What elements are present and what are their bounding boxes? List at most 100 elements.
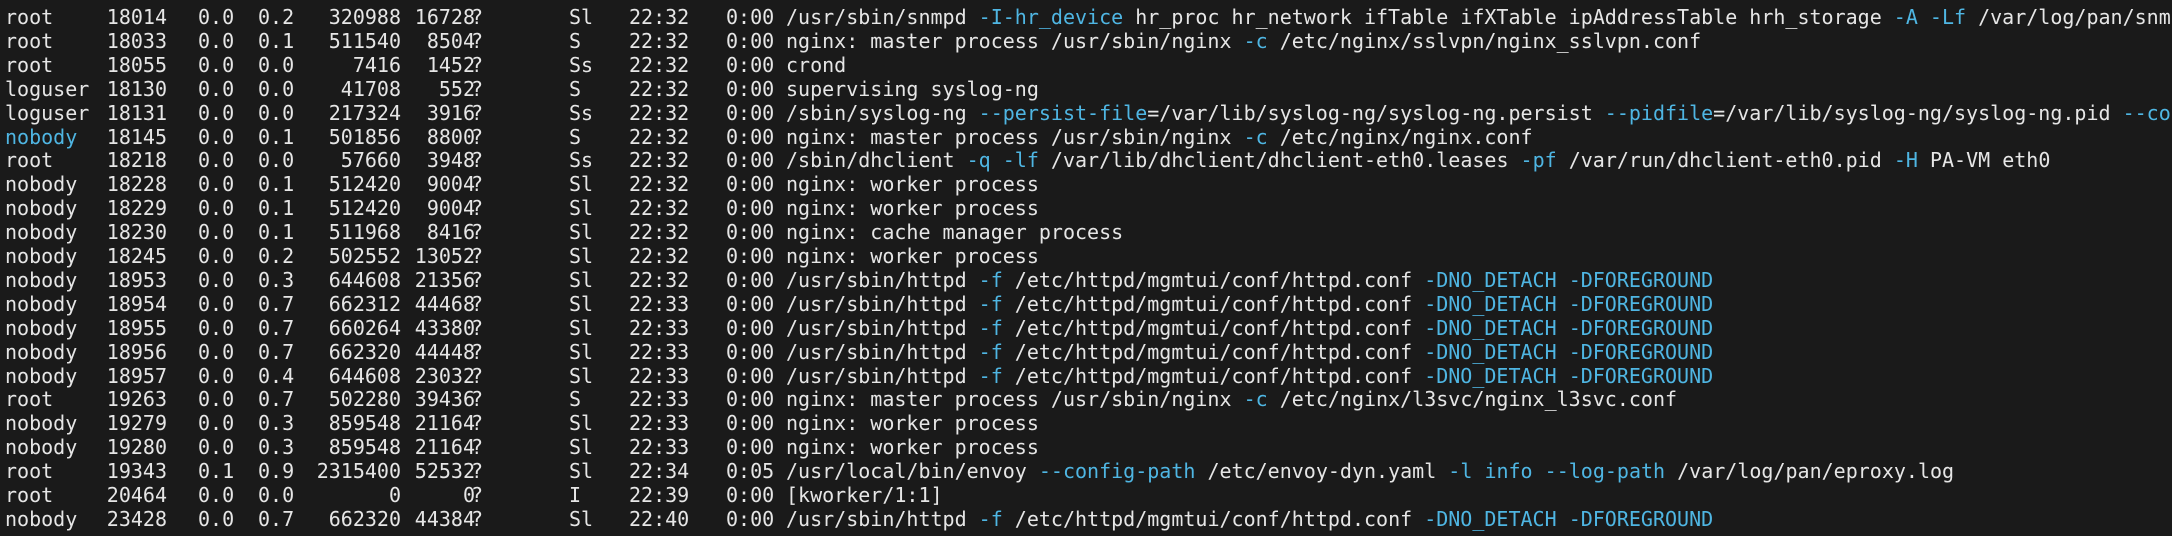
process-row: root 18218 0.0 0.0 57660 3948? Ss 22:32 0:00/sbi… <box>0 148 2172 172</box>
time-cell: 0:00 <box>726 315 775 340</box>
command-flag: -DFOREGROUND <box>1568 363 1714 388</box>
command-flag: -f <box>978 315 1003 340</box>
command-cell: /usr/local/bin/envoy --config-path /etc/… <box>786 459 1954 483</box>
command-text: /usr/sbin/httpd <box>786 315 979 340</box>
stat-cell: Sl <box>569 5 594 29</box>
command-text <box>1557 340 1569 364</box>
vsz-cell: 512420 <box>328 172 401 197</box>
process-row: nobody 23428 0.0 0.7 662320 44384? Sl 22:40 0:00… <box>0 507 2172 531</box>
user-cell: nobody <box>5 435 78 460</box>
process-row: nobody 18953 0.0 0.3 644608 21356? Sl 22:32 0:00… <box>0 268 2172 292</box>
command-text <box>1557 364 1569 388</box>
rss-cell: 8504 <box>426 28 475 53</box>
command-text <box>1918 5 1930 29</box>
rss-cell: 21164 <box>414 435 475 460</box>
command-flag: -H <box>1893 148 1918 173</box>
vsz-cell: 512420 <box>328 196 401 221</box>
mem-cell: 0.1 <box>258 196 295 221</box>
stat-cell: S <box>569 76 582 101</box>
command-text: nginx: master process /usr/sbin/nginx <box>786 124 1244 149</box>
vsz-cell: 662312 <box>328 291 401 316</box>
start-cell: 22:39 <box>629 483 690 507</box>
vsz-cell: 41708 <box>340 76 401 101</box>
vsz-cell: 502552 <box>328 244 401 268</box>
command-cell: supervising syslog-ng <box>786 77 1039 101</box>
stat-cell: Sl <box>569 196 594 221</box>
terminal-window[interactable]: root 18014 0.0 0.2 320988 16728? Sl 22:32 0:00/u… <box>0 0 2172 536</box>
command-text: /var/run/dhclient-eth0.pid <box>1556 148 1894 173</box>
command-text <box>1533 459 1545 483</box>
command-flag: -f <box>978 267 1003 292</box>
pid-cell: 18130 <box>106 76 167 101</box>
process-row: nobody 18245 0.0 0.2 502552 13052? Sl 22:32 0:00… <box>0 244 2172 268</box>
mem-cell: 0.3 <box>258 435 295 460</box>
pid-cell: 18033 <box>106 28 167 53</box>
command-text: nginx: worker process <box>786 196 1039 221</box>
command-cell: /usr/sbin/httpd -f /etc/httpd/mgmtui/con… <box>786 507 1713 531</box>
command-text: /etc/nginx/sslvpn/nginx_sslvpn.conf <box>1267 28 1702 53</box>
command-text: /sbin/syslog-ng <box>786 100 979 125</box>
time-cell: 0:00 <box>726 148 775 173</box>
cpu-cell: 0.0 <box>198 244 235 268</box>
cpu-cell: 0.0 <box>198 52 235 77</box>
user-cell: root <box>5 483 54 507</box>
stat-cell: Ss <box>569 148 594 173</box>
mem-cell: 0.2 <box>258 5 295 29</box>
command-text: nginx: master process /usr/sbin/nginx <box>786 28 1244 53</box>
start-cell: 22:32 <box>629 267 690 292</box>
pid-cell: 19279 <box>106 411 167 436</box>
command-flag: -pf <box>1520 148 1557 173</box>
process-row: loguser 18131 0.0 0.0 217324 3916? Ss 22:32 0:00… <box>0 101 2172 125</box>
command-text: /etc/httpd/mgmtui/conf/httpd.conf <box>1002 267 1425 292</box>
command-flag: -f <box>978 339 1003 364</box>
mem-cell: 0.0 <box>258 52 295 77</box>
time-cell: 0:00 <box>726 483 775 507</box>
vsz-cell: 511540 <box>328 28 401 53</box>
command-flag: -DNO_DETACH <box>1424 339 1557 364</box>
time-cell: 0:00 <box>726 124 775 149</box>
command-text: nginx: worker process <box>786 244 1039 268</box>
command-text <box>1557 507 1569 531</box>
command-flag: -DFOREGROUND <box>1568 506 1714 531</box>
command-cell: nginx: master process /usr/sbin/nginx -c… <box>786 29 1701 53</box>
command-flag: -c <box>1243 28 1268 53</box>
stat-cell: Sl <box>569 172 594 197</box>
command-text: PA-VM eth0 <box>1917 148 2051 173</box>
stat-cell: S <box>569 387 582 412</box>
vsz-cell: 7416 <box>352 52 401 77</box>
stat-cell: Ss <box>569 52 594 77</box>
time-cell: 0:00 <box>726 220 775 245</box>
command-text: nginx: cache manager process <box>786 220 1124 245</box>
pid-cell: 18957 <box>106 363 167 388</box>
mem-cell: 0.7 <box>258 291 295 316</box>
time-cell: 0:00 <box>726 339 775 364</box>
user-cell: nobody <box>5 267 78 292</box>
stat-cell: Sl <box>569 244 594 268</box>
cpu-cell: 0.0 <box>198 387 235 412</box>
command-text: /etc/httpd/mgmtui/conf/httpd.conf <box>1002 339 1425 364</box>
vsz-cell: 0 <box>388 483 401 507</box>
process-row: nobody 19279 0.0 0.3 859548 21164? Sl 22:33 0:00… <box>0 411 2172 435</box>
cpu-cell: 0.0 <box>198 339 235 364</box>
mem-cell: 0.0 <box>258 483 295 507</box>
cpu-cell: 0.0 <box>198 363 235 388</box>
stat-cell: Ss <box>569 100 594 125</box>
pid-cell: 18014 <box>106 5 167 29</box>
cpu-cell: 0.0 <box>198 172 235 197</box>
mem-cell: 0.7 <box>258 339 295 364</box>
tty-cell: ? <box>471 506 484 531</box>
process-row: nobody 18955 0.0 0.7 660264 43380? Sl 22:33 0:00… <box>0 316 2172 340</box>
process-row: root 18055 0.0 0.0 7416 1452? Ss 22:32 0:00 crond <box>0 53 2172 77</box>
command-cell: /usr/sbin/httpd -f /etc/httpd/mgmtui/con… <box>786 340 1713 364</box>
command-text <box>1557 268 1569 292</box>
command-flag: -l <box>1448 459 1473 484</box>
tty-cell: ? <box>471 483 484 507</box>
command-text: /var/lib/dhclient/dhclient-eth0.leases <box>1038 148 1521 173</box>
tty-cell: ? <box>471 459 484 484</box>
command-text: =/var/lib/syslog-ng/syslog-ng.pid <box>1713 100 2123 125</box>
vsz-cell: 644608 <box>328 363 401 388</box>
command-text: supervising syslog-ng <box>786 76 1039 101</box>
vsz-cell: 2315400 <box>316 459 401 484</box>
clipped-previous-line <box>0 0 1000 4</box>
pid-cell: 18229 <box>106 196 167 221</box>
